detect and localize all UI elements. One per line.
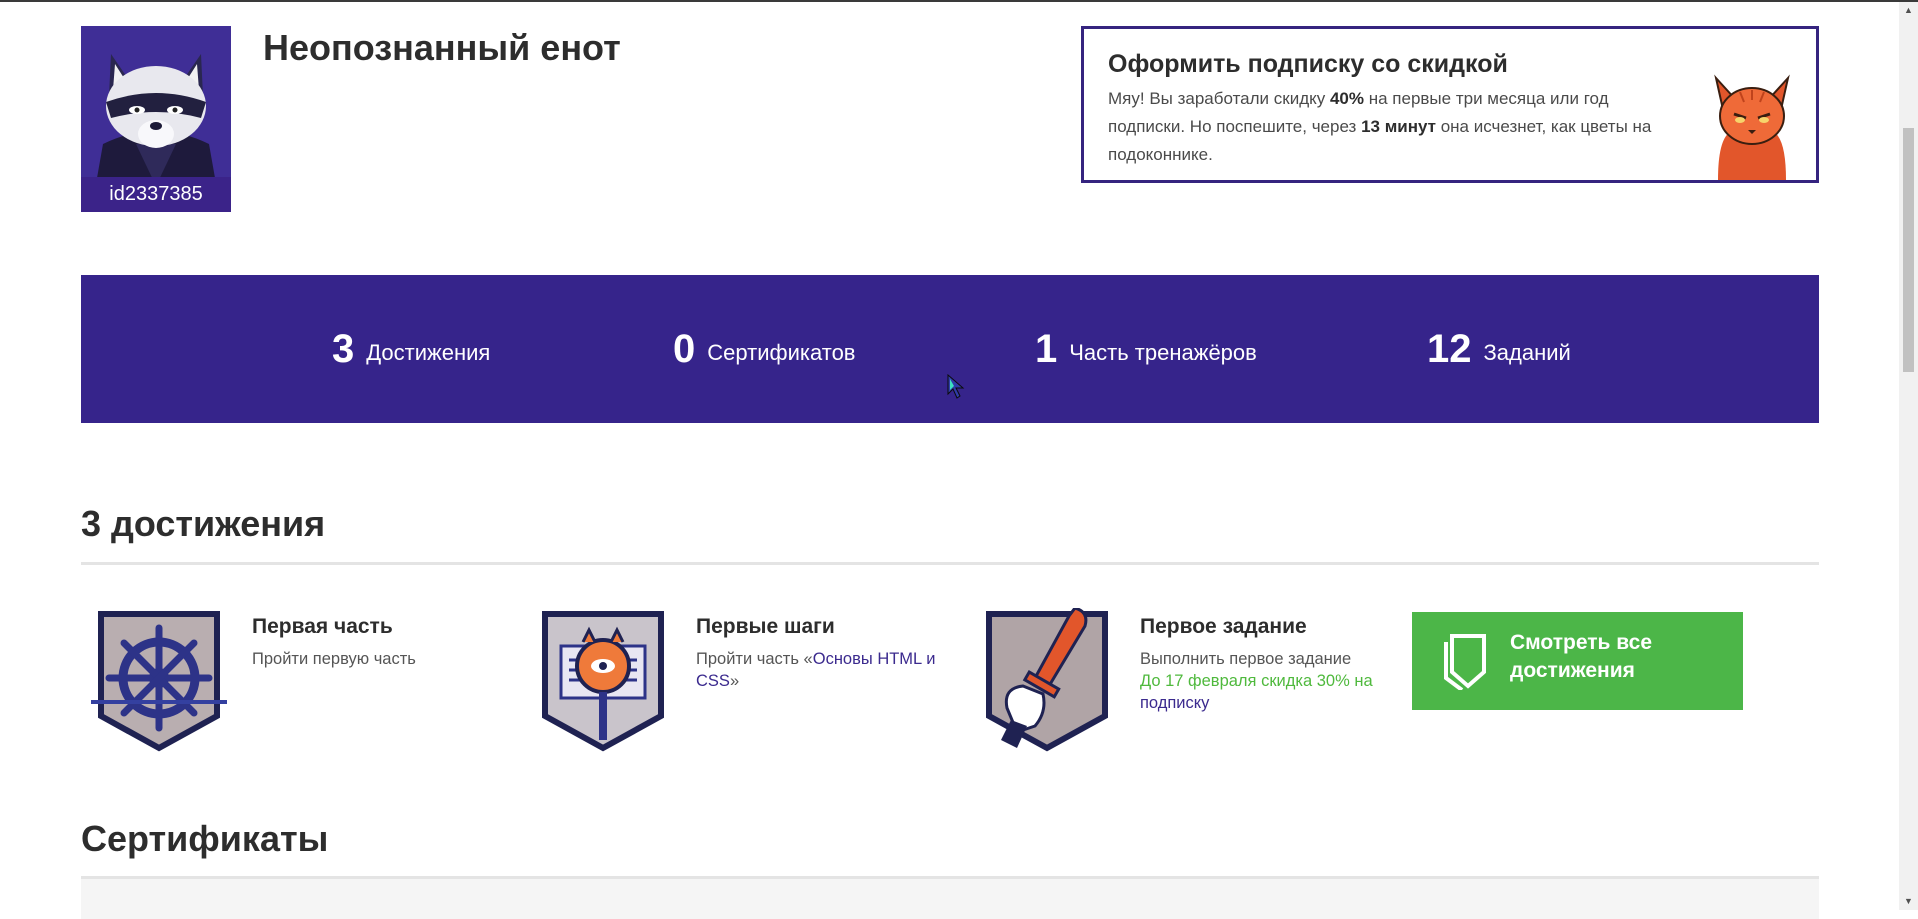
- scroll-up-arrow-icon[interactable]: ▲: [1899, 2, 1918, 19]
- stat-value: 3: [332, 327, 355, 371]
- achievement-title: Первые шаги: [696, 615, 835, 638]
- achievement-description: Пройти часть «Основы HTML и CSS»: [696, 648, 946, 692]
- achievement-description-text: »: [729, 672, 740, 690]
- ship-wheel-badge-icon: [91, 611, 227, 752]
- achievement-title: Первая часть: [252, 615, 393, 638]
- achievement-title: Первое задание: [1140, 615, 1307, 638]
- achievement-description: Выполнить первое задание До 17 февраля ск…: [1140, 648, 1390, 714]
- subscription-link[interactable]: подписку: [1140, 694, 1209, 712]
- cat-icon: [1714, 74, 1790, 180]
- certificates-panel: [81, 879, 1819, 919]
- sword-badge-icon: [986, 608, 1108, 752]
- badge-outline-icon: [1444, 634, 1486, 690]
- achievement-card: Первая часть Пройти первую часть: [89, 608, 529, 758]
- achievements-heading: 3 достижения: [81, 503, 326, 544]
- discount-promo-text: До 17 февраля скидка 30% на: [1140, 672, 1373, 690]
- magnifier-cat-badge-icon: [542, 611, 664, 752]
- stat-label: Заданий: [1483, 340, 1571, 365]
- achievement-description-text: Выполнить первое задание: [1140, 650, 1352, 668]
- scroll-down-arrow-icon[interactable]: ▼: [1899, 893, 1918, 910]
- stat-certificates[interactable]: 0 Сертификатов: [673, 275, 856, 423]
- stat-label: Сертификатов: [707, 340, 856, 365]
- scroll-thumb[interactable]: [1903, 128, 1914, 372]
- view-all-achievements-button[interactable]: Смотреть все достижения: [1412, 612, 1743, 710]
- achievements-divider: [81, 562, 1819, 565]
- stat-achievements[interactable]: 3 Достижения: [332, 275, 490, 423]
- stat-value: 1: [1035, 327, 1058, 371]
- vertical-scrollbar[interactable]: ▲ ▼: [1899, 2, 1918, 910]
- achievement-description-text: Пройти часть «: [696, 650, 813, 668]
- subscription-promo[interactable]: Оформить подписку со скидкой Мяу! Вы зар…: [1081, 26, 1819, 183]
- profile-page: id2337385 Неопознанный енот Оформить под…: [81, 2, 1819, 919]
- promo-title[interactable]: Оформить подписку со скидкой: [1108, 49, 1792, 79]
- stats-band: 3 Достижения 0 Сертификатов 1 Часть трен…: [81, 275, 1819, 423]
- stat-value: 0: [673, 327, 696, 371]
- view-all-achievements-label: Смотреть все достижения: [1510, 631, 1653, 682]
- stat-tasks[interactable]: 12 Заданий: [1427, 275, 1571, 423]
- promo-discount: 40%: [1329, 89, 1364, 108]
- promo-timer: 13 минут: [1361, 117, 1436, 136]
- promo-text: Мяу! Вы заработали скидку 40% на первые …: [1108, 85, 1688, 169]
- stat-label: Достижения: [366, 340, 491, 365]
- promo-text-part: Мяу! Вы заработали скидку: [1108, 89, 1330, 108]
- certificates-heading: Сертификаты: [81, 818, 329, 859]
- achievement-card: Первое задание Выполнить первое задание Д…: [977, 608, 1417, 758]
- achievement-card: Первые шаги Пройти часть «Основы HTML и …: [533, 608, 973, 758]
- stat-label: Часть тренажёров: [1069, 340, 1257, 365]
- stat-trainer-parts[interactable]: 1 Часть тренажёров: [1035, 275, 1257, 423]
- achievement-description: Пройти первую часть: [252, 650, 416, 668]
- mouse-cursor-icon: [947, 374, 965, 399]
- user-id-label: id2337385: [81, 177, 231, 212]
- stat-value: 12: [1427, 327, 1472, 371]
- avatar[interactable]: id2337385: [81, 26, 231, 212]
- username-title: Неопознанный енот: [263, 27, 621, 68]
